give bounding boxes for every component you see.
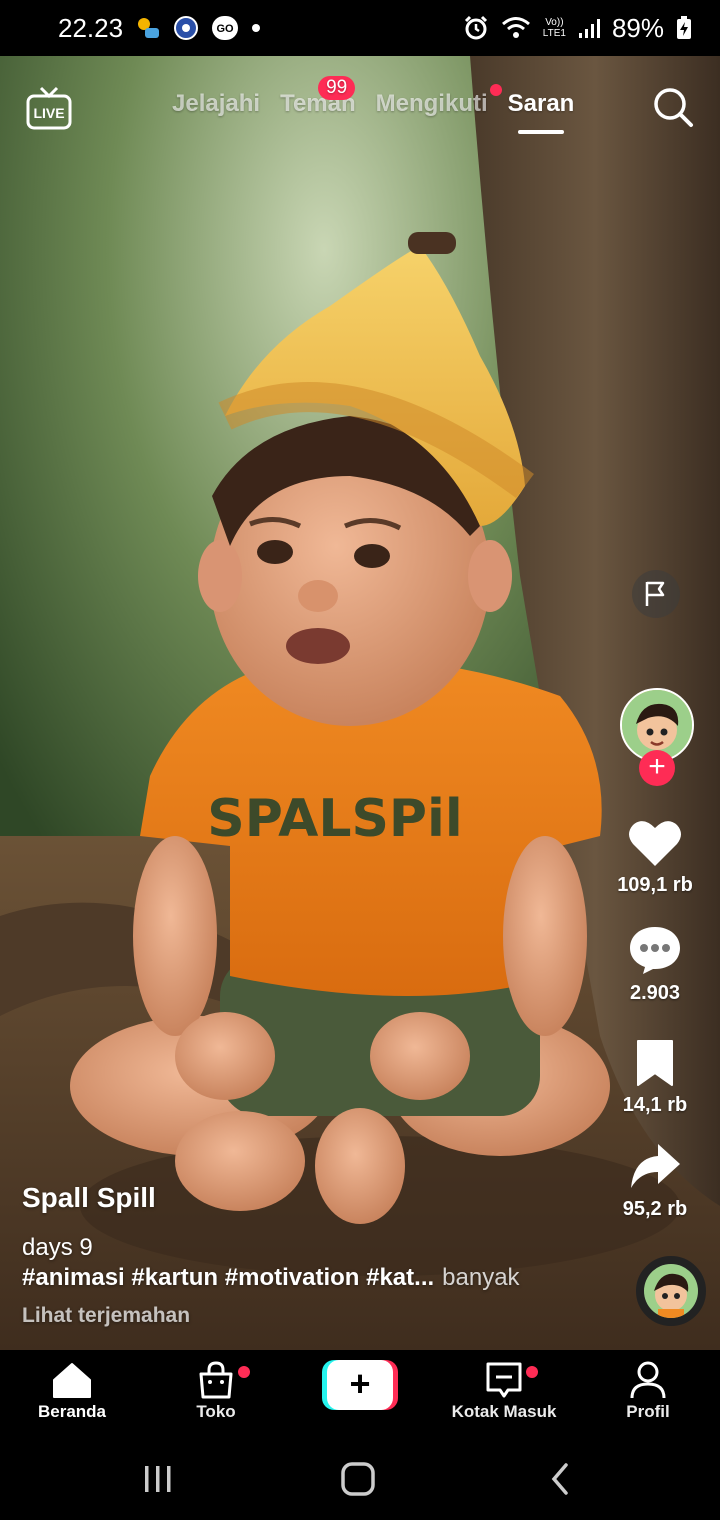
tab-saran-label: Saran bbox=[507, 90, 575, 117]
shirt-text: SPALSPil bbox=[207, 789, 462, 849]
live-tv-icon: LIVE bbox=[26, 86, 72, 130]
caption-description: days 9 bbox=[22, 1234, 93, 1261]
network-label: Vo)) LTE1 bbox=[543, 17, 566, 39]
tab-teman[interactable]: Teman 99 bbox=[280, 76, 356, 118]
like-count: 109,1 rb bbox=[617, 874, 693, 896]
hashtags-text[interactable]: #animasi #kartun #motivation #kat... bbox=[22, 1264, 434, 1291]
go-app-icon: GO bbox=[212, 16, 239, 40]
heart-icon bbox=[629, 821, 681, 866]
creator-avatar-button[interactable]: + bbox=[620, 688, 694, 786]
save-count: 14,1 rb bbox=[622, 1094, 688, 1116]
video-caption: Spall Spill days 9 #animasi #kartun #mot… bbox=[22, 1182, 602, 1328]
status-time: 22.23 bbox=[58, 12, 124, 43]
shop-notification-dot bbox=[238, 1366, 250, 1378]
nav-profile[interactable]: Profil bbox=[576, 1360, 720, 1422]
nav-profile-label: Profil bbox=[626, 1402, 670, 1421]
network-lte-label: LTE1 bbox=[542, 28, 566, 39]
translate-link[interactable]: Lihat terjemahan bbox=[22, 1304, 602, 1328]
status-bar: 22.23 GO Vo)) LTE1 89% bbox=[0, 0, 720, 56]
battery-charging-icon bbox=[677, 16, 691, 39]
search-icon bbox=[654, 88, 693, 127]
live-button[interactable]: LIVE bbox=[26, 86, 72, 130]
share-arrow-icon bbox=[631, 1144, 680, 1188]
recent-apps-button[interactable] bbox=[138, 1462, 178, 1496]
app-notification-icon bbox=[138, 18, 160, 38]
music-disc-button[interactable] bbox=[636, 1256, 706, 1326]
tab-jelajahi-label: Jelajahi bbox=[172, 90, 261, 117]
author-name[interactable]: Spall Spill bbox=[22, 1182, 602, 1214]
share-button[interactable]: 95,2 rb bbox=[590, 1140, 720, 1221]
shopping-bag-icon bbox=[199, 1361, 233, 1399]
signal-icon bbox=[578, 19, 600, 38]
save-button[interactable]: 14,1 rb bbox=[590, 1038, 720, 1117]
back-system-button[interactable] bbox=[540, 1462, 580, 1496]
report-button[interactable] bbox=[632, 570, 680, 618]
live-label: LIVE bbox=[33, 105, 64, 121]
back-chevron-icon bbox=[551, 1463, 568, 1495]
top-nav: LIVE Jelajahi Teman 99 Mengikuti Saran bbox=[0, 56, 720, 156]
tab-saran[interactable]: Saran bbox=[507, 90, 575, 134]
bookmark-icon bbox=[637, 1040, 673, 1086]
recent-apps-icon bbox=[145, 1466, 171, 1492]
home-square-icon bbox=[341, 1462, 375, 1496]
friends-count-badge: 99 bbox=[318, 76, 356, 100]
tab-mengikuti-label: Mengikuti bbox=[375, 90, 488, 117]
home-system-button[interactable] bbox=[338, 1462, 378, 1496]
plus-icon: + bbox=[327, 1360, 393, 1410]
caption-hashtags[interactable]: #animasi #kartun #motivation #kat... bany… bbox=[22, 1264, 602, 1292]
alarm-icon bbox=[464, 15, 487, 40]
flag-icon bbox=[645, 581, 665, 606]
tab-jelajahi[interactable]: Jelajahi bbox=[172, 90, 260, 118]
like-button[interactable]: 109,1 rb bbox=[590, 818, 720, 897]
battery-percentage: 89% bbox=[611, 12, 664, 43]
comment-button[interactable]: 2.903 bbox=[590, 924, 720, 1005]
svg-text:GO: GO bbox=[217, 23, 235, 35]
share-count: 95,2 rb bbox=[622, 1198, 688, 1220]
comment-count: 2.903 bbox=[629, 982, 681, 1004]
more-notifications-dot-icon bbox=[252, 24, 261, 32]
home-icon bbox=[53, 1363, 91, 1398]
profile-person-icon bbox=[630, 1361, 666, 1399]
comment-icon bbox=[630, 927, 680, 974]
nav-shop[interactable]: Toko bbox=[144, 1360, 288, 1422]
bottom-nav: Beranda Toko + Kotak Masuk Profil bbox=[0, 1350, 720, 1438]
app-notification-icon-2 bbox=[174, 16, 199, 40]
follow-button[interactable]: + bbox=[639, 750, 675, 786]
tab-mengikuti[interactable]: Mengikuti bbox=[375, 84, 502, 118]
inbox-notification-dot bbox=[526, 1366, 538, 1378]
network-volte-label: Vo)) bbox=[545, 17, 564, 28]
search-button[interactable] bbox=[652, 86, 694, 128]
wifi-icon bbox=[501, 17, 530, 38]
nav-shop-label: Toko bbox=[196, 1402, 236, 1421]
nav-inbox[interactable]: Kotak Masuk bbox=[432, 1360, 576, 1422]
new-content-dot bbox=[489, 84, 502, 96]
inbox-message-icon bbox=[486, 1362, 522, 1398]
nav-inbox-label: Kotak Masuk bbox=[451, 1402, 557, 1421]
nav-home-label: Beranda bbox=[37, 1402, 107, 1421]
music-disc-icon bbox=[644, 1264, 698, 1318]
feed-tabs: Jelajahi Teman 99 Mengikuti Saran bbox=[172, 76, 575, 134]
more-link[interactable]: banyak bbox=[442, 1264, 519, 1291]
create-button[interactable]: + bbox=[322, 1360, 398, 1410]
system-navigation-bar bbox=[0, 1438, 720, 1520]
nav-home[interactable]: Beranda bbox=[0, 1360, 144, 1422]
